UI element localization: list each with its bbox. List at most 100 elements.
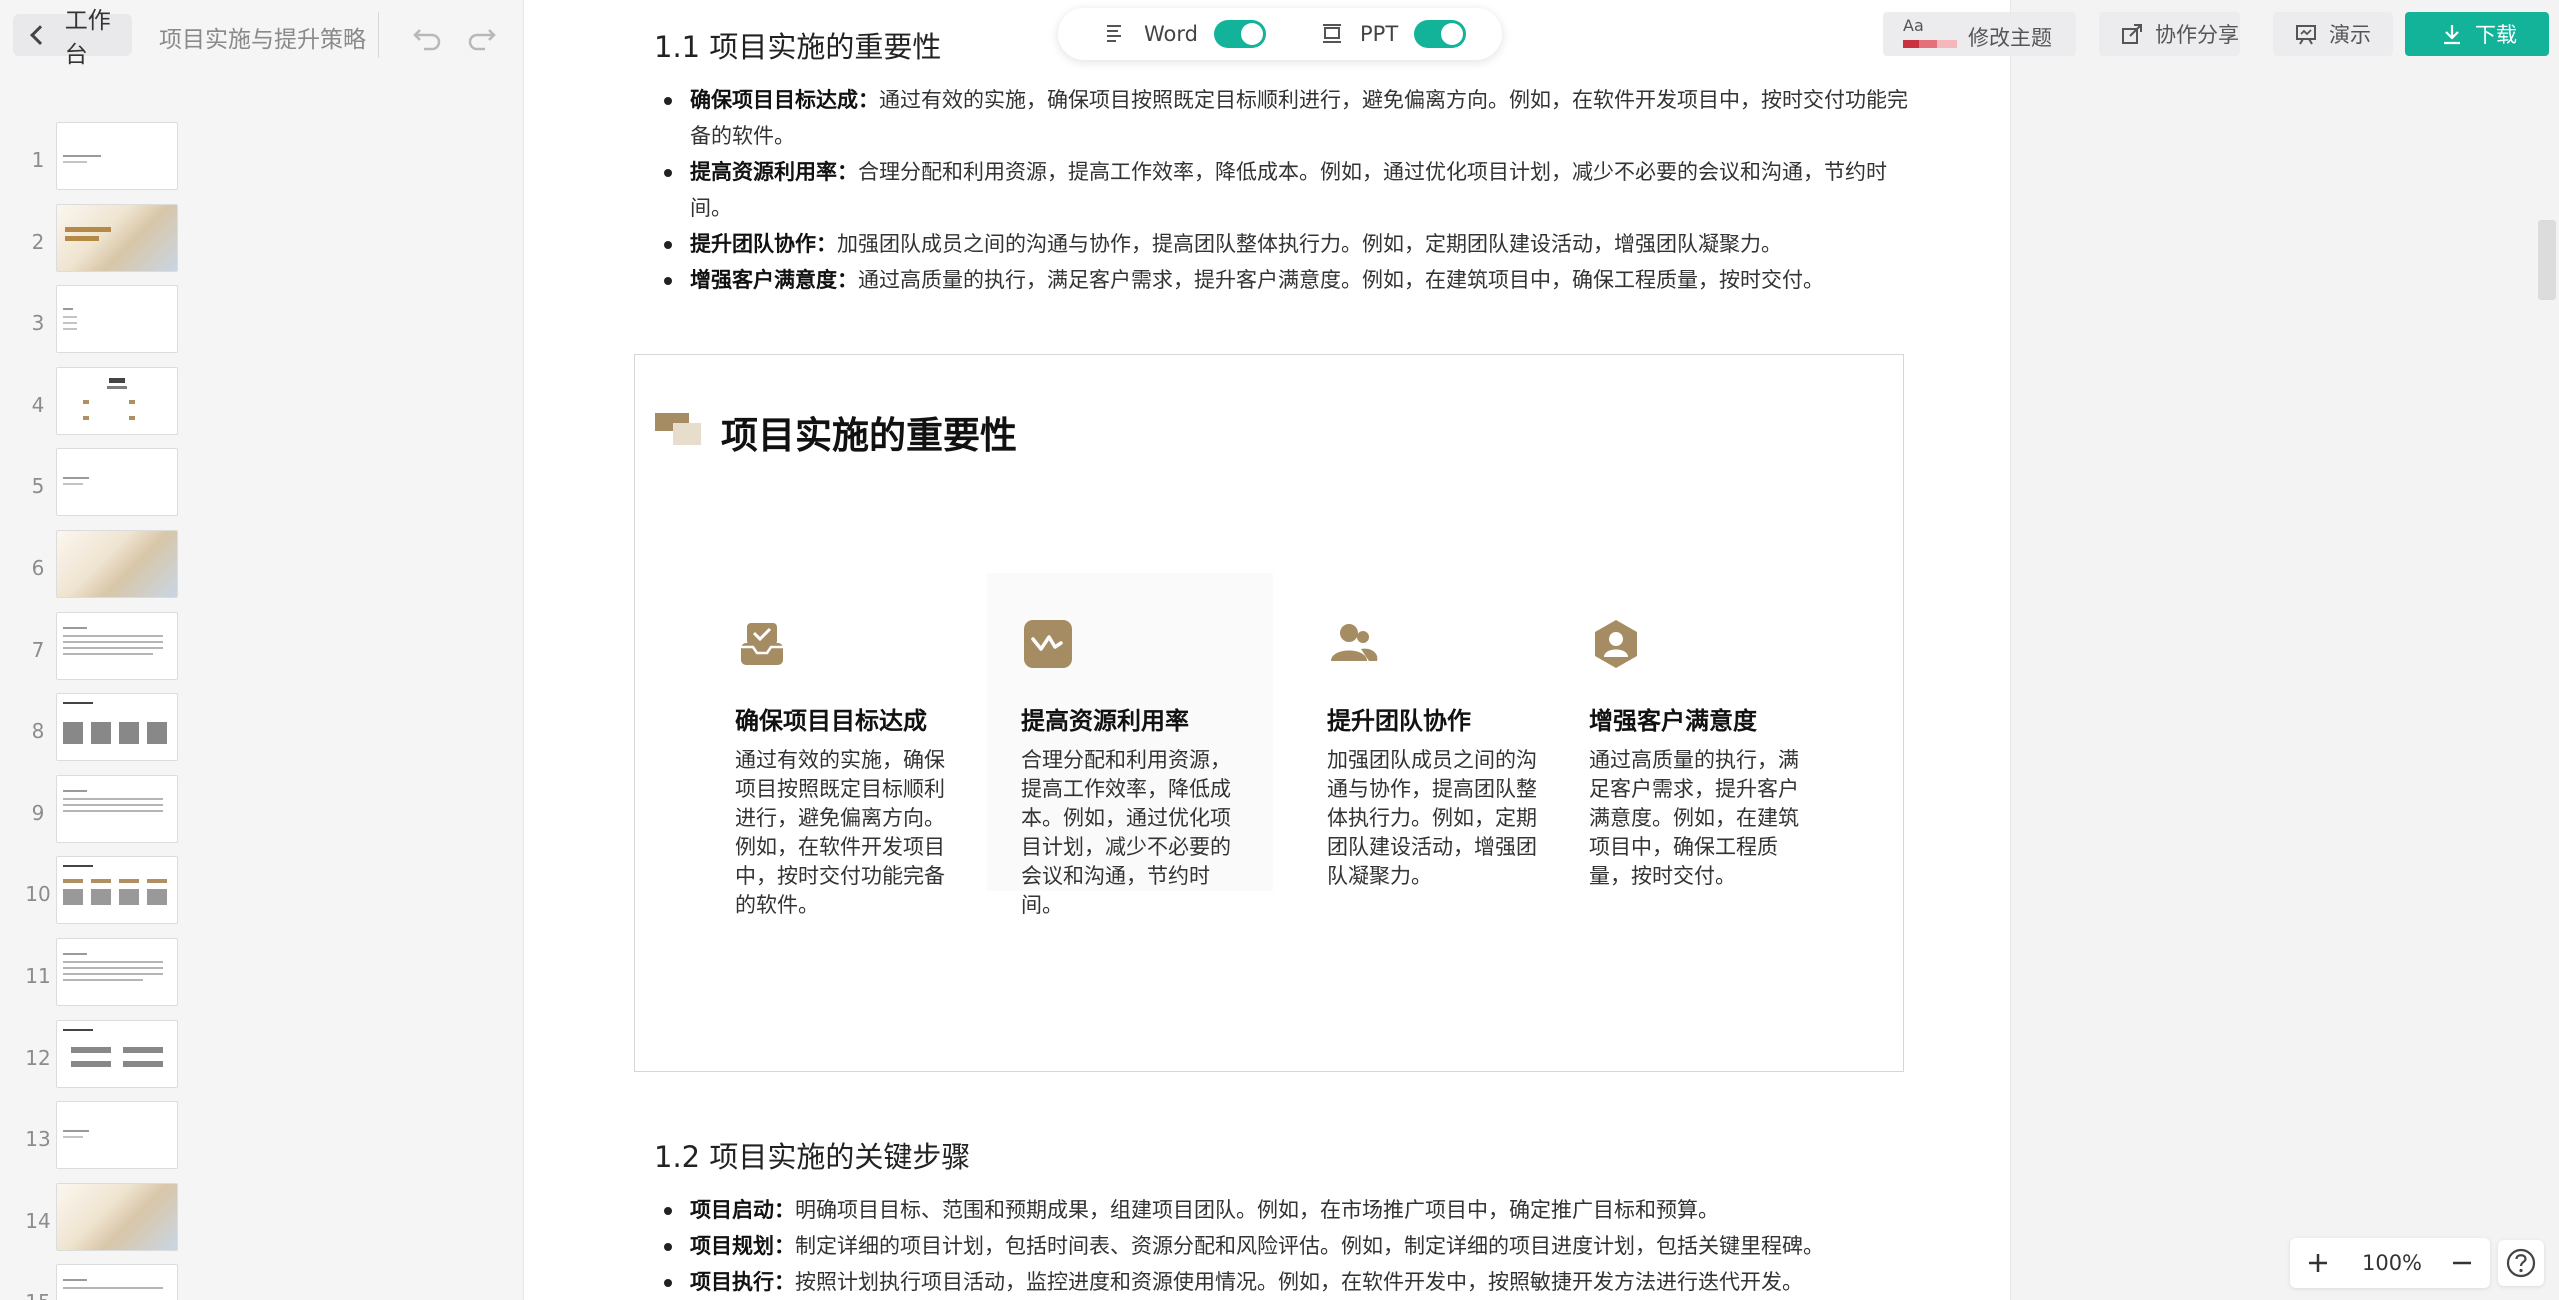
slide-thumbnail[interactable]: [56, 856, 178, 925]
bullet-text: 通过高质量的执行，满足客户需求，提升客户满意度。例如，在建筑项目中，确保工程质量…: [858, 268, 1824, 292]
ppt-toggle[interactable]: [1414, 20, 1467, 48]
list-item: 项目执行：按照计划执行项目活动，监控进度和资源使用情况。例如，在软件开发中，按照…: [664, 1264, 1914, 1300]
slide-thumbnail[interactable]: [56, 1019, 178, 1088]
wave-chart-icon: [1021, 617, 1075, 671]
slide-sidebar: 工作台 项目实施与提升策略 1 2 3 4 5 6 7 8 9 10 11 12…: [0, 0, 523, 1300]
slide-thumbnail[interactable]: [56, 366, 178, 435]
zoom-out-button[interactable]: [2442, 1243, 2482, 1283]
word-mode-label: Word: [1144, 22, 1198, 46]
redo-icon[interactable]: [465, 18, 499, 52]
slide-thumbnail[interactable]: [56, 937, 178, 1006]
theme-aa-label: Aa: [1903, 16, 1924, 35]
slide-thumbnail[interactable]: [56, 693, 178, 762]
slide-thumbnail[interactable]: [56, 448, 178, 517]
thumbnail-row: 12: [0, 1018, 523, 1100]
section-heading: 1.2 项目实施的关键步骤: [654, 1140, 971, 1174]
card-title: 提升团队协作: [1327, 707, 1471, 735]
thumbnail-row: 5: [0, 446, 523, 528]
thumbnail-row: 3: [0, 283, 523, 365]
slide-thumbnail[interactable]: [56, 285, 178, 354]
slide-thumbnail[interactable]: [56, 611, 178, 680]
undo-icon[interactable]: [410, 18, 444, 52]
slide-thumbnail[interactable]: [56, 529, 178, 598]
thumbnail-row: 6: [0, 528, 523, 610]
list-item: 确保项目目标达成：通过有效的实施，确保项目按照既定目标顺利进行，避免偏离方向。例…: [664, 82, 1914, 154]
scrollbar-track[interactable]: [2536, 0, 2559, 1300]
change-theme-button[interactable]: Aa 修改主题: [1883, 12, 2076, 56]
section-bullet-list: 确保项目目标达成：通过有效的实施，确保项目按照既定目标顺利进行，避免偏离方向。例…: [664, 82, 1914, 298]
zoom-controls: 100%: [2290, 1238, 2490, 1288]
feature-card: 确保项目目标达成 通过有效的实施，确保项目按照既定目标顺利进行，避免偏离方向。例…: [735, 617, 945, 920]
bullet-term: 项目规划：: [690, 1234, 795, 1258]
bullet-text: 合理分配和利用资源，提高工作效率，降低成本。例如，通过优化项目计划，减少不必要的…: [690, 160, 1887, 220]
zoom-level: 100%: [2361, 1251, 2423, 1275]
thumbnail-row: 13: [0, 1099, 523, 1181]
section-heading: 1.1 项目实施的重要性: [654, 30, 942, 64]
slide-thumbnail[interactable]: [56, 203, 178, 272]
document-title: 项目实施与提升策略: [159, 27, 366, 53]
slide-thumbnail[interactable]: [56, 122, 178, 190]
present-button[interactable]: 演示: [2273, 12, 2393, 56]
bullet-text: 加强团队成员之间的沟通与协作，提高团队整体执行力。例如，定期团队建设活动，增强团…: [837, 232, 1782, 256]
slide-title: 项目实施的重要性: [721, 414, 1017, 457]
bullet-text: 明确项目目标、范围和预期成果，组建项目团队。例如，在市场推广项目中，确定推广目标…: [795, 1198, 1719, 1222]
help-icon[interactable]: [2498, 1240, 2544, 1286]
thumbnail-row: 8: [0, 691, 523, 773]
slide-thumbnail[interactable]: [56, 1101, 178, 1170]
slide-thumbnail[interactable]: [56, 1264, 178, 1300]
bullet-text: 制定详细的项目计划，包括时间表、资源分配和风险评估。例如，制定详细的项目进度计划…: [795, 1234, 1824, 1258]
thumbnail-number: 12: [25, 1045, 51, 1070]
card-text: 加强团队成员之间的沟通与协作，提高团队整体执行力。例如，定期团队建设活动，增强团…: [1327, 748, 1537, 888]
thumbnail-number: 15: [18, 1290, 58, 1300]
slide-thumbnail-list: 1 2 3 4 5 6 7 8 9 10 11 12 13 14: [0, 120, 523, 1300]
change-theme-label: 修改主题: [1968, 26, 2052, 50]
thumbnail-number: 4: [31, 392, 45, 417]
collaborate-share-button[interactable]: 协作分享: [2099, 12, 2240, 56]
bullet-term: 项目执行：: [690, 1270, 795, 1294]
thumbnail-number: 14: [25, 1208, 51, 1233]
thumbnail-row: 15: [0, 1262, 523, 1300]
card-title: 确保项目目标达成: [735, 707, 927, 735]
thumbnail-row: 9: [0, 773, 523, 855]
thumbnail-row: 7: [0, 610, 523, 692]
thumbnail-row: 14: [0, 1181, 523, 1263]
ppt-mode-label: PPT: [1360, 22, 1399, 46]
download-icon: [2441, 23, 2463, 45]
bullet-term: 提升团队协作：: [690, 232, 837, 256]
word-toggle[interactable]: [1213, 20, 1266, 48]
bullet-text: 按照计划执行项目活动，监控进度和资源使用情况。例如，在软件开发中，按照敏捷开发方…: [795, 1270, 1803, 1294]
back-to-workspace-button[interactable]: 工作台: [13, 8, 132, 68]
theme-swatch-icon: Aa: [1903, 16, 1959, 50]
list-item: 提高资源利用率：合理分配和利用资源，提高工作效率，降低成本。例如，通过优化项目计…: [664, 154, 1914, 226]
ppt-mode: PPT: [1320, 8, 1467, 60]
download-button[interactable]: 下载: [2405, 12, 2549, 56]
back-label: 工作台: [64, 8, 111, 68]
thumbnail-row: 10: [0, 854, 523, 936]
thumbnail-row: 11: [0, 936, 523, 1018]
sidebar-header: 工作台 项目实施与提升策略: [0, 0, 523, 70]
document-page: 1.1 项目实施的重要性 确保项目目标达成：通过有效的实施，确保项目按照既定目标…: [523, 0, 2011, 1300]
card-text: 通过有效的实施，确保项目按照既定目标顺利进行，避免偏离方向。例如，在软件开发项目…: [735, 748, 945, 917]
thumbnail-number: 1: [31, 148, 45, 172]
zoom-in-button[interactable]: [2298, 1243, 2338, 1283]
feature-card: 增强客户满意度 通过高质量的执行，满足客户需求，提升客户满意度。例如，在建筑项目…: [1589, 617, 1799, 891]
scrollbar-thumb[interactable]: [2538, 220, 2556, 300]
feature-card: 提升团队协作 加强团队成员之间的沟通与协作，提高团队整体执行力。例如，定期团队建…: [1327, 617, 1537, 891]
view-mode-bar: Word PPT: [1058, 8, 1502, 60]
thumbnail-number: 11: [25, 963, 51, 988]
slide-thumbnail[interactable]: [56, 774, 178, 843]
users-icon: [1327, 617, 1381, 671]
slide-preview[interactable]: 项目实施的重要性 确保项目目标达成 通过有效的实施，确保项目按照既定目标顺利进行…: [634, 354, 1904, 1072]
present-label: 演示: [2329, 23, 2371, 47]
list-item: 项目启动：明确项目目标、范围和预期成果，组建项目团队。例如，在市场推广项目中，确…: [664, 1192, 1914, 1228]
thumbnail-number: 8: [31, 719, 45, 744]
header-divider: [378, 12, 379, 58]
thumbnail-number: 3: [31, 311, 45, 336]
thumbnail-number: 13: [25, 1127, 51, 1152]
slide-thumbnail[interactable]: [56, 1182, 178, 1251]
document-lines-icon: [1104, 22, 1128, 46]
card-title: 增强客户满意度: [1589, 707, 1757, 735]
thumbnail-number: 2: [31, 229, 45, 254]
word-mode: Word: [1104, 8, 1266, 60]
thumbnail-number: 7: [31, 637, 45, 662]
